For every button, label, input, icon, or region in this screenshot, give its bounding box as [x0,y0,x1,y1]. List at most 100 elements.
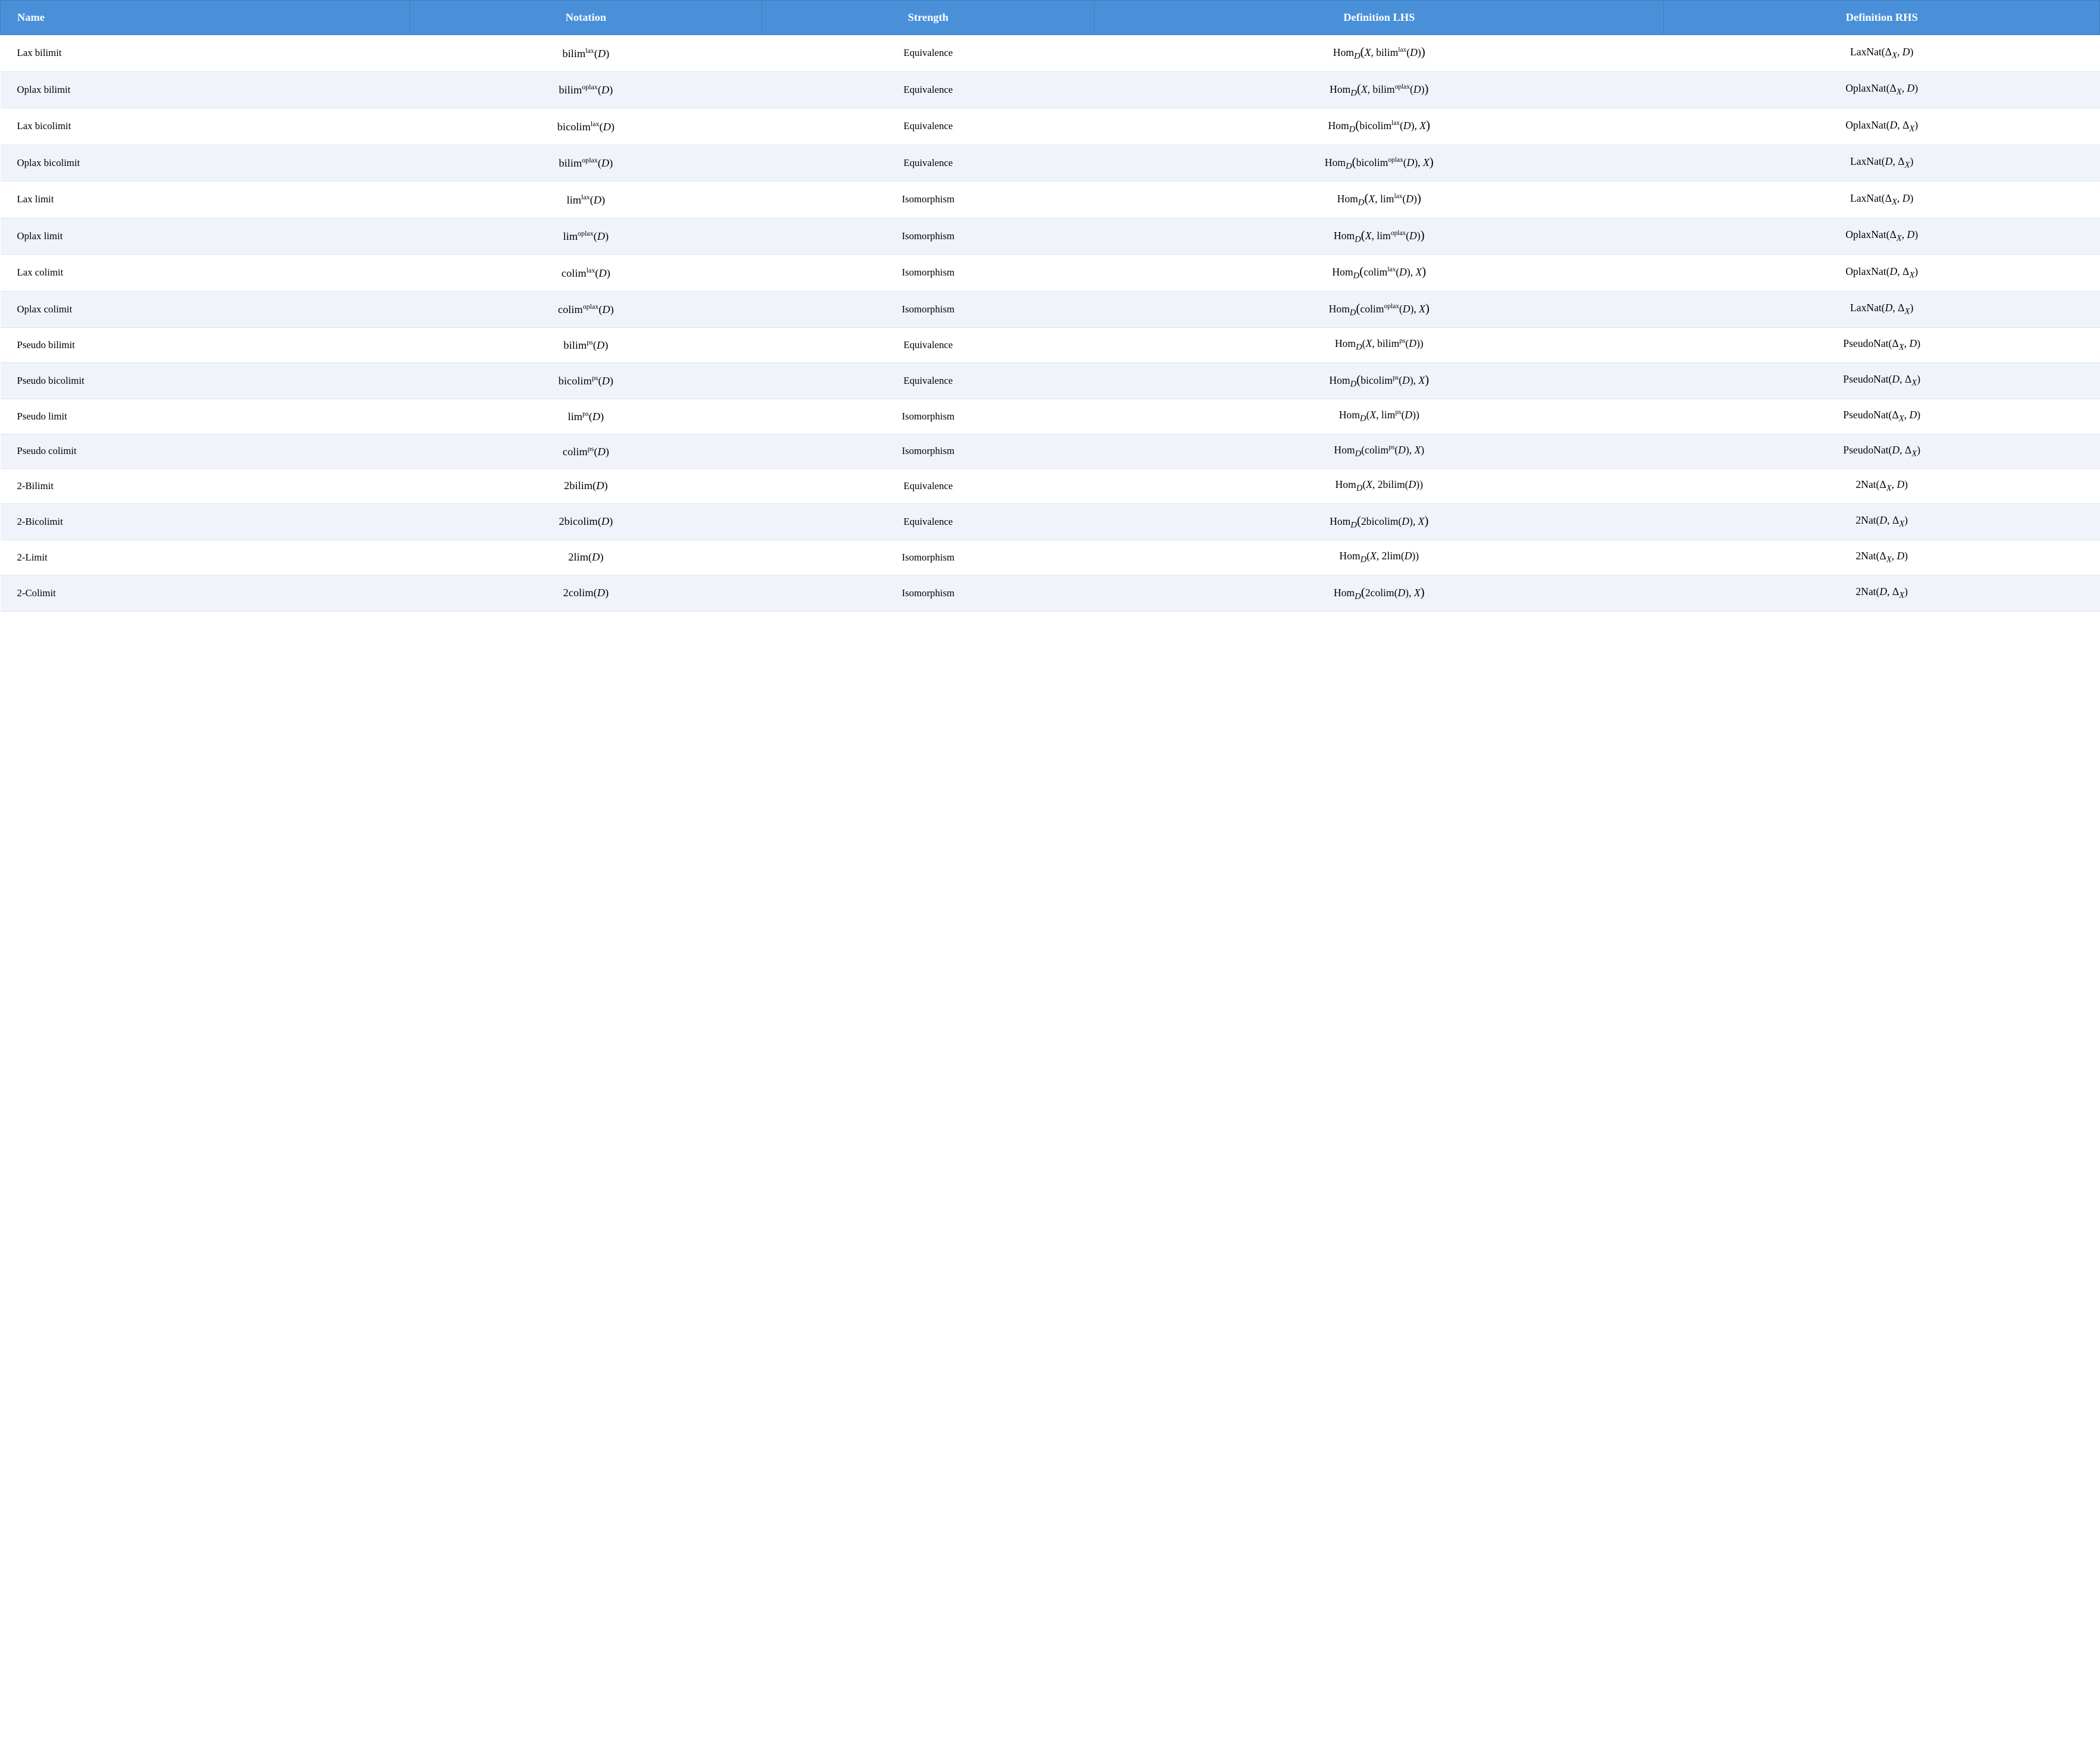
cell-strength: Equivalence [762,108,1095,145]
cell-lhs: HomD(colimlax(D), X) [1095,255,1664,292]
table-row: Oplax limitlimoplax(D)IsomorphismHomD(X,… [1,218,2100,255]
table-row: Oplax bicolimitbilimoplax(D)EquivalenceH… [1,145,2100,181]
header-name: Name [1,1,410,35]
table-row: Lax bicolimitbicolimlax(D)EquivalenceHom… [1,108,2100,145]
cell-strength: Isomorphism [762,434,1095,469]
cell-strength: Isomorphism [762,575,1095,612]
cell-rhs: OplaxNat(D, ΔX) [1664,255,2100,292]
cell-notation: 2colim(D) [410,575,762,612]
cell-strength: Equivalence [762,145,1095,181]
cell-name: 2-Bilimit [1,469,410,504]
table-row: Oplax bilimitbilimoplax(D)EquivalenceHom… [1,71,2100,108]
table-body: Lax bilimitbilimlax(D)EquivalenceHomD(X,… [1,35,2100,612]
cell-strength: Isomorphism [762,399,1095,434]
header-rhs: Definition RHS [1664,1,2100,35]
cell-rhs: 2Nat(D, ΔX) [1664,575,2100,612]
cell-name: 2-Limit [1,540,410,575]
cell-lhs: HomD(X, limps(D)) [1095,399,1664,434]
cell-name: Pseudo colimit [1,434,410,469]
cell-notation: limlax(D) [410,181,762,218]
cell-strength: Isomorphism [762,181,1095,218]
table-row: Lax colimitcolimlax(D)IsomorphismHomD(co… [1,255,2100,292]
cell-strength: Equivalence [762,71,1095,108]
cell-notation: colimps(D) [410,434,762,469]
table-row: Pseudo colimitcolimps(D)IsomorphismHomD(… [1,434,2100,469]
cell-rhs: PseudoNat(D, ΔX) [1664,362,2100,399]
table-row: 2-Bicolimit2bicolim(D)EquivalenceHomD(2b… [1,503,2100,540]
table-row: Pseudo limitlimps(D)IsomorphismHomD(X, l… [1,399,2100,434]
cell-name: 2-Bicolimit [1,503,410,540]
cell-notation: bilimlax(D) [410,35,762,72]
cell-name: Oplax bicolimit [1,145,410,181]
cell-rhs: LaxNat(ΔX, D) [1664,181,2100,218]
cell-strength: Equivalence [762,328,1095,363]
cell-lhs: HomD(X, limlax(D)) [1095,181,1664,218]
cell-notation: 2bilim(D) [410,469,762,504]
cell-lhs: HomD(2bicolim(D), X) [1095,503,1664,540]
table-row: Lax limitlimlax(D)IsomorphismHomD(X, lim… [1,181,2100,218]
cell-name: Oplax bilimit [1,71,410,108]
cell-rhs: 2Nat(ΔX, D) [1664,469,2100,504]
cell-notation: limps(D) [410,399,762,434]
main-table: Name Notation Strength Definition LHS De… [0,0,2100,612]
cell-lhs: HomD(X, bilimoplax(D)) [1095,71,1664,108]
table-row: 2-Bilimit2bilim(D)EquivalenceHomD(X, 2bi… [1,469,2100,504]
cell-notation: colimoplax(D) [410,291,762,328]
cell-lhs: HomD(colimps(D), X) [1095,434,1664,469]
cell-strength: Isomorphism [762,255,1095,292]
cell-name: Lax bilimit [1,35,410,72]
cell-lhs: HomD(X, bilimps(D)) [1095,328,1664,363]
cell-name: Lax colimit [1,255,410,292]
cell-strength: Equivalence [762,469,1095,504]
cell-lhs: HomD(bicolimlax(D), X) [1095,108,1664,145]
cell-lhs: HomD(X, 2lim(D)) [1095,540,1664,575]
table-row: 2-Limit2lim(D)IsomorphismHomD(X, 2lim(D)… [1,540,2100,575]
cell-rhs: OplaxNat(ΔX, D) [1664,218,2100,255]
cell-strength: Equivalence [762,362,1095,399]
cell-name: Pseudo bicolimit [1,362,410,399]
cell-strength: Isomorphism [762,540,1095,575]
cell-rhs: PseudoNat(D, ΔX) [1664,434,2100,469]
table-row: 2-Colimit2colim(D)IsomorphismHomD(2colim… [1,575,2100,612]
cell-notation: bilimoplax(D) [410,145,762,181]
cell-lhs: HomD(X, limoplax(D)) [1095,218,1664,255]
cell-name: Oplax limit [1,218,410,255]
cell-lhs: HomD(colimoplax(D), X) [1095,291,1664,328]
cell-rhs: PseudoNat(ΔX, D) [1664,399,2100,434]
cell-notation: limoplax(D) [410,218,762,255]
cell-rhs: LaxNat(D, ΔX) [1664,291,2100,328]
cell-rhs: 2Nat(D, ΔX) [1664,503,2100,540]
cell-notation: bicolimps(D) [410,362,762,399]
cell-notation: bilimoplax(D) [410,71,762,108]
cell-rhs: PseudoNat(ΔX, D) [1664,328,2100,363]
header-notation: Notation [410,1,762,35]
cell-rhs: LaxNat(D, ΔX) [1664,145,2100,181]
cell-lhs: HomD(2colim(D), X) [1095,575,1664,612]
cell-notation: 2bicolim(D) [410,503,762,540]
cell-name: Pseudo bilimit [1,328,410,363]
cell-name: 2-Colimit [1,575,410,612]
cell-strength: Equivalence [762,503,1095,540]
header-row: Name Notation Strength Definition LHS De… [1,1,2100,35]
cell-strength: Isomorphism [762,218,1095,255]
table-row: Pseudo bilimitbilimps(D)EquivalenceHomD(… [1,328,2100,363]
table-row: Pseudo bicolimitbicolimps(D)EquivalenceH… [1,362,2100,399]
cell-lhs: HomD(bicolimoplax(D), X) [1095,145,1664,181]
cell-name: Oplax colimit [1,291,410,328]
cell-notation: bilimps(D) [410,328,762,363]
cell-name: Pseudo limit [1,399,410,434]
cell-notation: bicolimlax(D) [410,108,762,145]
cell-rhs: LaxNat(ΔX, D) [1664,35,2100,72]
cell-strength: Isomorphism [762,291,1095,328]
table-row: Oplax colimitcolimoplax(D)IsomorphismHom… [1,291,2100,328]
cell-lhs: HomD(X, 2bilim(D)) [1095,469,1664,504]
cell-rhs: OplaxNat(D, ΔX) [1664,108,2100,145]
cell-name: Lax limit [1,181,410,218]
cell-rhs: OplaxNat(ΔX, D) [1664,71,2100,108]
cell-notation: 2lim(D) [410,540,762,575]
header-lhs: Definition LHS [1095,1,1664,35]
cell-strength: Equivalence [762,35,1095,72]
cell-name: Lax bicolimit [1,108,410,145]
cell-lhs: HomD(bicolimps(D), X) [1095,362,1664,399]
table-row: Lax bilimitbilimlax(D)EquivalenceHomD(X,… [1,35,2100,72]
